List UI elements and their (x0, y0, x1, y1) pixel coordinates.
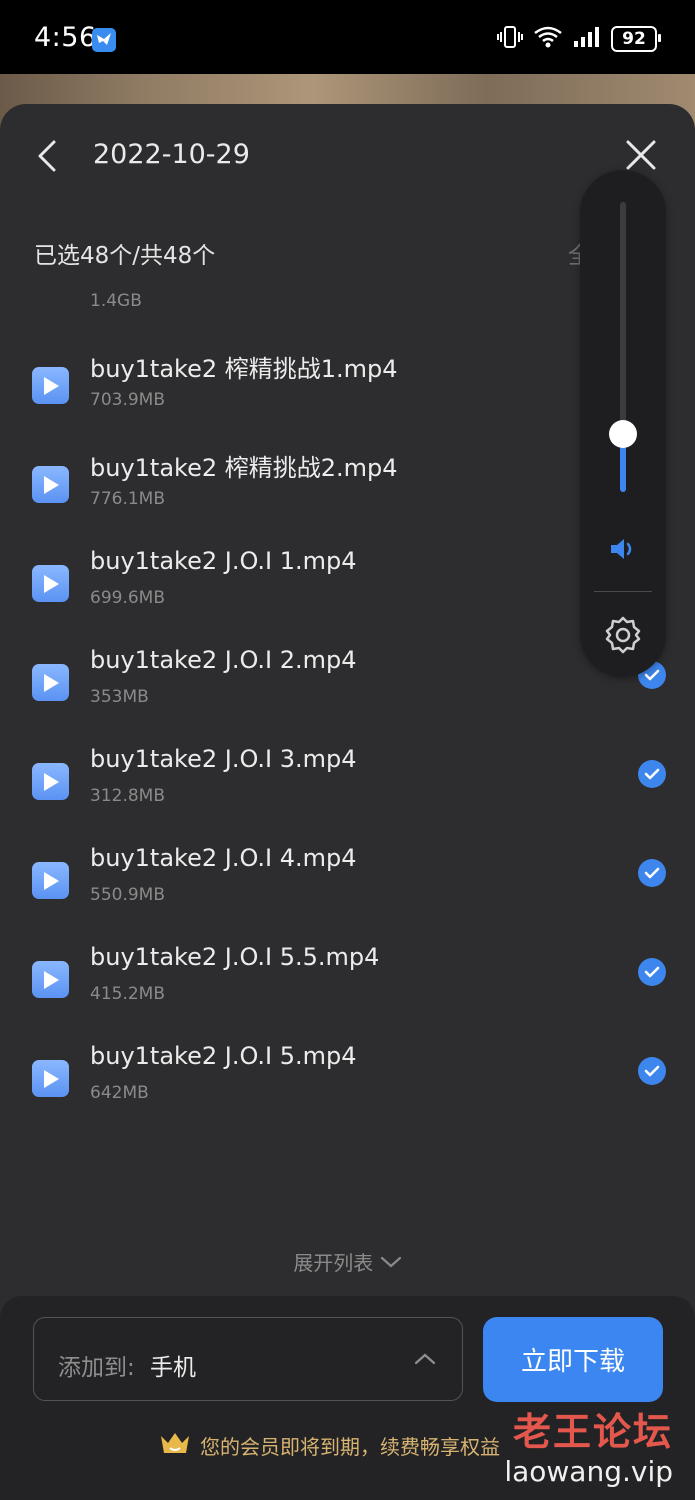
expand-list-label: 展开列表 (293, 1251, 374, 1275)
file-name: buy1take2 J.O.I 5.mp4 (90, 1042, 357, 1070)
file-size: 699.6MB (90, 588, 165, 608)
destination-value: 手机 (150, 1355, 196, 1381)
file-name: buy1take2 J.O.I 5.5.mp4 (90, 943, 380, 971)
file-name: buy1take2 J.O.I 4.mp4 (90, 844, 357, 872)
video-file-icon (32, 565, 69, 602)
signal-icon (573, 26, 601, 52)
file-size: 353MB (90, 687, 149, 707)
watermark-url: laowang.vip (504, 1455, 673, 1488)
file-list-item[interactable]: buy1take2 J.O.I 5.mp4 642MB (0, 1042, 695, 1132)
destination-select[interactable]: 添加到: 手机 (33, 1317, 463, 1401)
divider (594, 591, 652, 592)
watermark: 老王论坛 laowang.vip (504, 1410, 673, 1490)
file-size: 703.9MB (90, 390, 165, 410)
membership-notice[interactable]: 您的会员即将到期，续费畅享权益 (158, 1428, 500, 1463)
chevron-down-icon (380, 1250, 402, 1274)
battery-indicator: 92 (611, 26, 661, 52)
destination-label: 添加到: (58, 1355, 135, 1381)
video-file-icon (32, 961, 69, 998)
file-size: 312.8MB (90, 786, 165, 806)
total-size: 1.4GB (90, 291, 142, 311)
chevron-left-icon (38, 140, 56, 172)
status-bar: 4:56 92 (0, 0, 695, 74)
check-icon[interactable] (638, 958, 666, 986)
video-file-icon (32, 1060, 69, 1097)
back-button[interactable] (30, 138, 66, 174)
close-button[interactable] (624, 138, 658, 172)
video-file-icon (32, 763, 69, 800)
selection-count: 已选48个/共48个 (34, 243, 216, 269)
video-file-icon (32, 862, 69, 899)
status-indicators: 92 (497, 24, 661, 54)
crown-icon (158, 1428, 192, 1463)
file-size: 776.1MB (90, 489, 165, 509)
vibrate-icon (497, 25, 523, 53)
membership-notice-text: 您的会员即将到期，续费畅享权益 (200, 1435, 500, 1459)
gear-icon[interactable] (603, 615, 643, 659)
file-size: 550.9MB (90, 885, 165, 905)
file-list-item[interactable]: buy1take2 J.O.I 3.mp4 312.8MB (0, 745, 695, 835)
app-notification-icon (92, 28, 116, 52)
file-name: buy1take2 J.O.I 2.mp4 (90, 646, 357, 674)
status-time: 4:56 (34, 22, 97, 53)
file-list-item[interactable]: buy1take2 J.O.I 4.mp4 550.9MB (0, 844, 695, 934)
page-title: 2022-10-29 (93, 139, 250, 170)
file-name: buy1take2 榨精挑战2.mp4 (90, 454, 398, 482)
close-icon (626, 140, 656, 170)
file-name: buy1take2 J.O.I 3.mp4 (90, 745, 357, 773)
download-now-button[interactable]: 立即下载 (483, 1317, 663, 1402)
watermark-title: 老王论坛 (512, 1410, 673, 1454)
expand-list-button[interactable]: 展开列表 (0, 1247, 695, 1276)
chevron-up-icon (414, 1351, 436, 1370)
file-size: 642MB (90, 1083, 149, 1103)
file-name: buy1take2 榨精挑战1.mp4 (90, 355, 398, 383)
volume-panel (580, 170, 666, 677)
file-size: 415.2MB (90, 984, 165, 1004)
file-list-item[interactable]: buy1take2 J.O.I 5.5.mp4 415.2MB (0, 943, 695, 1033)
check-icon[interactable] (638, 1057, 666, 1085)
speaker-icon[interactable] (608, 534, 638, 568)
video-file-icon (32, 466, 69, 503)
check-icon[interactable] (638, 760, 666, 788)
check-icon[interactable] (638, 859, 666, 887)
video-file-icon (32, 664, 69, 701)
volume-slider-handle[interactable] (609, 420, 637, 448)
video-file-icon (32, 367, 69, 404)
wifi-icon (533, 25, 563, 53)
file-name: buy1take2 J.O.I 1.mp4 (90, 547, 357, 575)
